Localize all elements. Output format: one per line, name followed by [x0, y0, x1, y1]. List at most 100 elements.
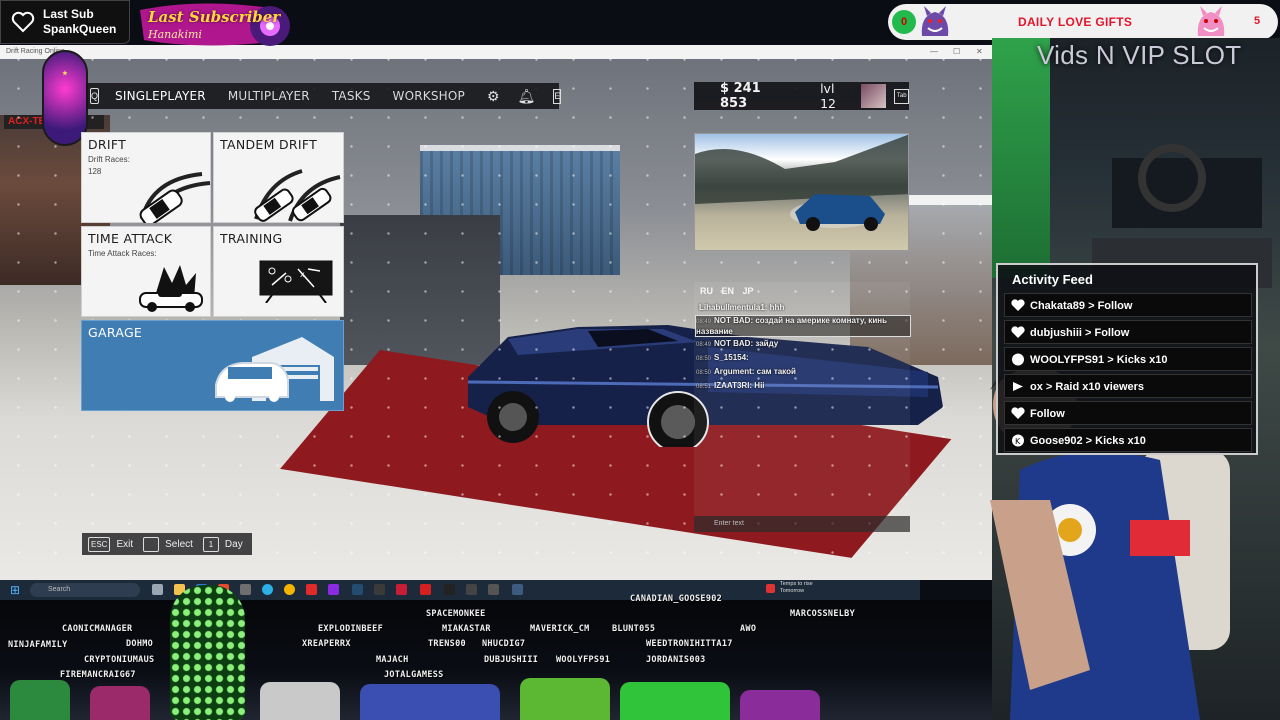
tile-garage[interactable]: GARAGE [81, 320, 344, 411]
chat-message: 08:51 IZAAT3RI: Hii [696, 381, 765, 390]
app-icon[interactable] [420, 584, 431, 595]
daily-love-gifts-bar: 0 DAILY LOVE GIFTS 5 [888, 4, 1278, 40]
nav-key-q[interactable]: Q [90, 88, 100, 104]
nav-singleplayer[interactable]: SINGLEPLAYER [115, 89, 206, 103]
viewer-avatar [520, 678, 610, 720]
event-preview-image[interactable] [694, 133, 909, 251]
preview-car-art [695, 134, 908, 231]
player-avatar[interactable] [861, 84, 887, 108]
task-view-icon[interactable] [152, 584, 163, 595]
activity-feed-item: Follow [1004, 401, 1252, 425]
game-titlebar: Drift Racing Online — ☐ ✕ [0, 45, 992, 59]
chat-message: 08:50 S_15154: [696, 353, 749, 362]
activity-feed-title: Activity Feed [1012, 272, 1093, 287]
last-sub-name: SpankQueen [43, 22, 117, 36]
viewer-name: DUBJUSHIII [484, 655, 539, 665]
tile-time-attack-title: TIME ATTACK [88, 231, 173, 246]
viewer-avatar [620, 682, 730, 720]
close-icon[interactable]: ✕ [976, 45, 983, 59]
settings-gear-icon[interactable]: ⚙ [487, 88, 500, 105]
gift-count-right: 5 [1254, 15, 1261, 27]
nav-workshop[interactable]: WORKSHOP [393, 89, 465, 103]
app-icon[interactable] [466, 584, 477, 595]
last-subscriber-name: Hanakimi [148, 28, 202, 41]
key-esc[interactable]: ESC [88, 536, 111, 552]
player-status-bar: $ 241 853 lvl 12 Tab [694, 81, 909, 111]
viewer-avatar [90, 686, 150, 720]
taskbar-search[interactable]: Search [30, 583, 140, 597]
tile-training-title: TRAINING [220, 231, 283, 246]
taskbar-weather[interactable]: Temps to rise Tomorrow [780, 581, 813, 595]
viewer-name: BLUNT055 [612, 624, 656, 634]
activity-feed-item: Chakata89 > Follow [1004, 293, 1252, 317]
youtube-icon[interactable] [306, 584, 317, 595]
windows-start-icon[interactable]: ⊞ [10, 583, 20, 597]
last-sub-label: Last Sub [43, 7, 94, 21]
chat-text: NOT BAD: создай на америке комнату, кинь… [696, 316, 887, 336]
svg-text:x: x [300, 270, 305, 279]
kick-icon [1012, 353, 1024, 366]
chat-input[interactable]: Enter text [694, 516, 910, 532]
chat-message: Lihabullmentula1: hhh [696, 303, 784, 312]
activity-feed-text: Chakata89 > Follow [1030, 300, 1133, 312]
stopwatch-car-icon [139, 265, 203, 312]
app-icon[interactable] [240, 584, 251, 595]
viewer-name: CANADIAN_GOOSE902 [630, 594, 723, 604]
minimize-icon[interactable]: — [930, 45, 938, 59]
hint-day[interactable]: Day [225, 539, 243, 550]
last-sub-text: Last Sub SpankQueen [43, 7, 116, 37]
activity-feed-item: WOOLYFPS91 > Kicks x10 [1004, 347, 1252, 371]
steam-icon[interactable] [352, 584, 363, 595]
nav-tasks[interactable]: TASKS [332, 89, 371, 103]
cactus-avatar [170, 585, 245, 720]
viewer-name: CAONICMANAGER [62, 624, 133, 634]
chat-time: 08:50 [696, 370, 712, 376]
viewer-avatar [740, 690, 820, 720]
maximize-icon[interactable]: ☐ [953, 45, 960, 59]
key-1[interactable]: 1 [202, 536, 219, 552]
viewer-name: MIAKASTAR [442, 624, 491, 634]
hint-exit[interactable]: Exit [116, 539, 133, 550]
nav-multiplayer[interactable]: MULTIPLAYER [228, 89, 310, 103]
viewer-avatar [260, 682, 340, 720]
app-icon[interactable] [488, 584, 499, 595]
tile-drift-stats: Drift Races: 128 [88, 154, 130, 178]
tile-drift-label: Drift Races: [88, 155, 130, 164]
chrome-icon[interactable] [284, 584, 295, 595]
chat-message: 08:50 Argument: сам такой [696, 367, 796, 376]
last-subscriber-title: Last Subscriber [148, 8, 281, 26]
viewer-name: JORDANIS003 [646, 655, 706, 665]
app-icon[interactable] [374, 584, 385, 595]
chat-language-tabs[interactable]: RU EN JP [700, 286, 754, 296]
tile-training[interactable]: TRAINING x [213, 226, 344, 317]
viewer-name: SPACEMONKEE [426, 609, 486, 619]
activity-feed-text: WOOLYFPS91 > Kicks x10 [1030, 354, 1168, 366]
heart-icon [1011, 326, 1025, 338]
key-select[interactable] [143, 536, 160, 552]
key-tab[interactable]: Tab [894, 88, 909, 104]
viewer-name: MARCOSSNELBY [790, 609, 856, 619]
notification-bell-icon[interactable]: 🔔︎ [518, 88, 536, 105]
last-subscriber-banner: Last Subscriber Hanakimi [140, 2, 320, 46]
training-board-icon: x [259, 260, 333, 303]
edge-icon[interactable] [262, 584, 273, 595]
garage-car-icon [215, 337, 334, 402]
drift-car-icon [139, 172, 211, 223]
viewer-name: NINJAFAMILY [8, 640, 68, 650]
app-icon[interactable] [512, 584, 523, 595]
tile-tandem-drift[interactable]: TANDEM DRIFT [213, 132, 344, 223]
weather-line-2: Tomorrow [780, 588, 805, 594]
game-top-nav: Q SINGLEPLAYER MULTIPLAYER TASKS WORKSHO… [86, 83, 562, 109]
app-icon[interactable] [396, 584, 407, 595]
app-icon[interactable] [328, 584, 339, 595]
weather-icon [766, 584, 775, 593]
tile-drift[interactable]: DRIFT Drift Races: 128 [81, 132, 211, 223]
heart-icon [1011, 407, 1025, 419]
viewer-name: DOHMO [126, 639, 154, 649]
obs-icon[interactable] [444, 584, 455, 595]
activity-feed-item: K Goose902 > Kicks x10 [1004, 428, 1252, 452]
nav-key-e[interactable]: E [553, 88, 562, 104]
tile-time-attack[interactable]: TIME ATTACK Time Attack Races: [81, 226, 211, 317]
hint-select[interactable]: Select [165, 539, 193, 550]
viewer-name: JOTALGAMESS [384, 670, 444, 680]
